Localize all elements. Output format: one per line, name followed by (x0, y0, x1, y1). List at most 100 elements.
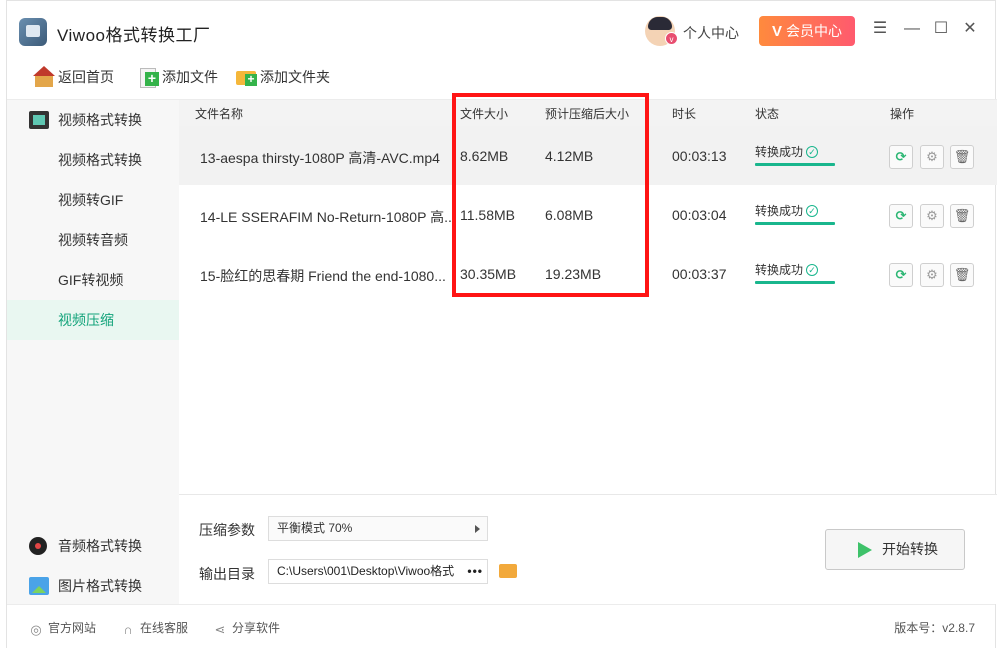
file-size: 11.58MB (460, 207, 515, 223)
gear-icon: ⚙ (926, 208, 938, 223)
home-label: 返回首页 (58, 69, 114, 85)
settings-button[interactable]: ⚙ (920, 145, 944, 169)
compression-settings: 压缩参数 平衡模式 70% 输出目录 C:\Users\001\Desktop\… (179, 494, 997, 604)
settings-button[interactable]: ⚙ (920, 204, 944, 228)
close-button[interactable]: ✕ (961, 20, 979, 38)
official-website-link[interactable]: ◎ 官方网站 (29, 619, 96, 637)
start-convert-label: 开始转换 (882, 541, 938, 557)
menu-icon[interactable]: ☰ (871, 20, 889, 38)
header-status: 状态 (755, 107, 780, 121)
file-name: 15-脸红的思春期 Friend the end-1080... (200, 268, 446, 284)
online-support-link[interactable]: ∩ 在线客服 (121, 619, 188, 637)
sidebar: 视频格式转换 视频格式转换 视频转GIF 视频转音频 GIF转视频 视频压缩 音… (7, 99, 179, 604)
vip-v-icon: V (771, 23, 782, 40)
status-bar: ◎ 官方网站 ∩ 在线客服 ⋖ 分享软件 版本号：v2.8.7 (7, 604, 995, 649)
headset-icon: ∩ (123, 622, 133, 637)
sidebar-group-label: 视频格式转换 (58, 112, 142, 128)
settings-button[interactable]: ⚙ (920, 263, 944, 287)
compress-mode-value: 平衡模式 70% (277, 521, 353, 535)
minimize-button[interactable]: — (903, 20, 921, 38)
toolbar: 返回首页 添加文件 添加文件夹 (7, 59, 995, 99)
compressed-size: 19.23MB (545, 266, 602, 282)
maximize-button[interactable]: ☐ (932, 20, 950, 38)
vip-center-button[interactable]: V 会员中心 (759, 16, 855, 46)
open-folder-icon[interactable] (499, 564, 517, 578)
vip-center-label: 会员中心 (786, 23, 842, 39)
status-text: 转换成功 (755, 263, 804, 277)
sidebar-item-video-to-gif[interactable]: 视频转GIF (7, 180, 179, 220)
check-icon: ✓ (806, 264, 819, 276)
table-row[interactable]: 13-aespa thirsty-1080P 高清-AVC.mp4 8.62MB… (179, 126, 997, 185)
user-center-link[interactable]: 个人中心 (683, 23, 739, 43)
file-size: 30.35MB (460, 266, 517, 282)
reconvert-button[interactable]: ⟳ (889, 145, 913, 169)
status-indicator: 转换成功 ✓ (755, 261, 835, 285)
compressed-size: 6.08MB (545, 207, 594, 223)
sidebar-item-video-compress[interactable]: 视频压缩 (7, 300, 179, 340)
compress-mode-select[interactable]: 平衡模式 70% (268, 516, 488, 541)
header-duration: 时长 (672, 107, 697, 121)
gear-icon: ⚙ (926, 267, 938, 282)
globe-icon: ◎ (30, 622, 42, 637)
sidebar-group-label: 音频格式转换 (58, 538, 142, 554)
sidebar-group-label: 图片格式转换 (58, 578, 142, 594)
add-file-label: 添加文件 (162, 69, 218, 85)
duration: 00:03:04 (672, 207, 727, 223)
add-file-button[interactable]: 添加文件 (137, 65, 218, 89)
delete-button[interactable]: 🗑 (950, 263, 974, 287)
sidebar-group-audio[interactable]: 音频格式转换 (7, 526, 179, 566)
compress-params-label: 压缩参数 (199, 522, 255, 538)
sidebar-item-video-convert[interactable]: 视频格式转换 (7, 140, 179, 180)
add-folder-button[interactable]: 添加文件夹 (235, 65, 330, 89)
caret-right-icon (475, 525, 480, 533)
add-file-icon (137, 66, 159, 88)
status-text: 转换成功 (755, 145, 804, 159)
delete-button[interactable]: 🗑 (950, 204, 974, 228)
output-dir-label: 输出目录 (199, 566, 255, 582)
table-header: 文件名称 文件大小 预计压缩后大小 时长 状态 操作 (179, 100, 997, 126)
home-button[interactable]: 返回首页 (33, 65, 114, 89)
sidebar-group-video[interactable]: 视频格式转换 (7, 100, 179, 140)
sidebar-item-gif-to-video[interactable]: GIF转视频 (7, 260, 179, 300)
header-size: 文件大小 (460, 107, 509, 121)
trash-icon: 🗑 (953, 208, 971, 223)
share-icon: ⋖ (214, 622, 226, 637)
reconvert-button[interactable]: ⟳ (889, 204, 913, 228)
header-compressed-size: 预计压缩后大小 (545, 107, 630, 121)
output-path-value: C:\Users\001\Desktop\Viwoo格式 (277, 564, 455, 578)
table-row[interactable]: 14-LE SSERAFIM No-Return-1080P 高... 11.5… (179, 185, 997, 244)
file-name: 14-LE SSERAFIM No-Return-1080P 高... (200, 209, 456, 225)
title-bar: Viwoo格式转换工厂 v 个人中心 V 会员中心 ☰ — ☐ ✕ (7, 1, 995, 59)
video-film-icon (29, 111, 49, 129)
status-indicator: 转换成功 ✓ (755, 143, 835, 167)
progress-bar (755, 281, 835, 284)
sidebar-item-video-to-audio[interactable]: 视频转音频 (7, 220, 179, 260)
duration: 00:03:13 (672, 148, 727, 164)
add-folder-icon (235, 66, 257, 88)
image-picture-icon (29, 577, 49, 595)
trash-icon: 🗑 (953, 267, 971, 282)
refresh-icon: ⟳ (895, 208, 907, 223)
header-name: 文件名称 (195, 107, 244, 121)
sidebar-group-image[interactable]: 图片格式转换 (7, 566, 179, 606)
delete-button[interactable]: 🗑 (950, 145, 974, 169)
output-path-field[interactable]: C:\Users\001\Desktop\Viwoo格式 ••• (268, 559, 488, 584)
gear-icon: ⚙ (926, 149, 938, 164)
trash-icon: 🗑 (953, 149, 971, 164)
share-software-link[interactable]: ⋖ 分享软件 (213, 619, 280, 637)
share-label: 分享软件 (232, 621, 281, 635)
browse-more-button[interactable]: ••• (467, 560, 483, 583)
support-label: 在线客服 (140, 621, 189, 635)
refresh-icon: ⟳ (895, 267, 907, 282)
check-icon: ✓ (806, 205, 819, 217)
reconvert-button[interactable]: ⟳ (889, 263, 913, 287)
file-list: 文件名称 文件大小 预计压缩后大小 时长 状态 操作 13-aespa thir… (179, 99, 997, 494)
vip-badge-icon: v (665, 32, 678, 45)
status-text: 转换成功 (755, 204, 804, 218)
audio-disc-icon (29, 537, 47, 555)
start-convert-button[interactable]: 开始转换 (825, 529, 965, 570)
app-window: Viwoo格式转换工厂 v 个人中心 V会员中心 ☰ — ☐ ✕ 返回首页 添加… (6, 0, 997, 649)
progress-bar (755, 222, 835, 225)
home-icon (33, 66, 55, 88)
table-row[interactable]: 15-脸红的思春期 Friend the end-1080... 30.35MB… (179, 244, 997, 303)
